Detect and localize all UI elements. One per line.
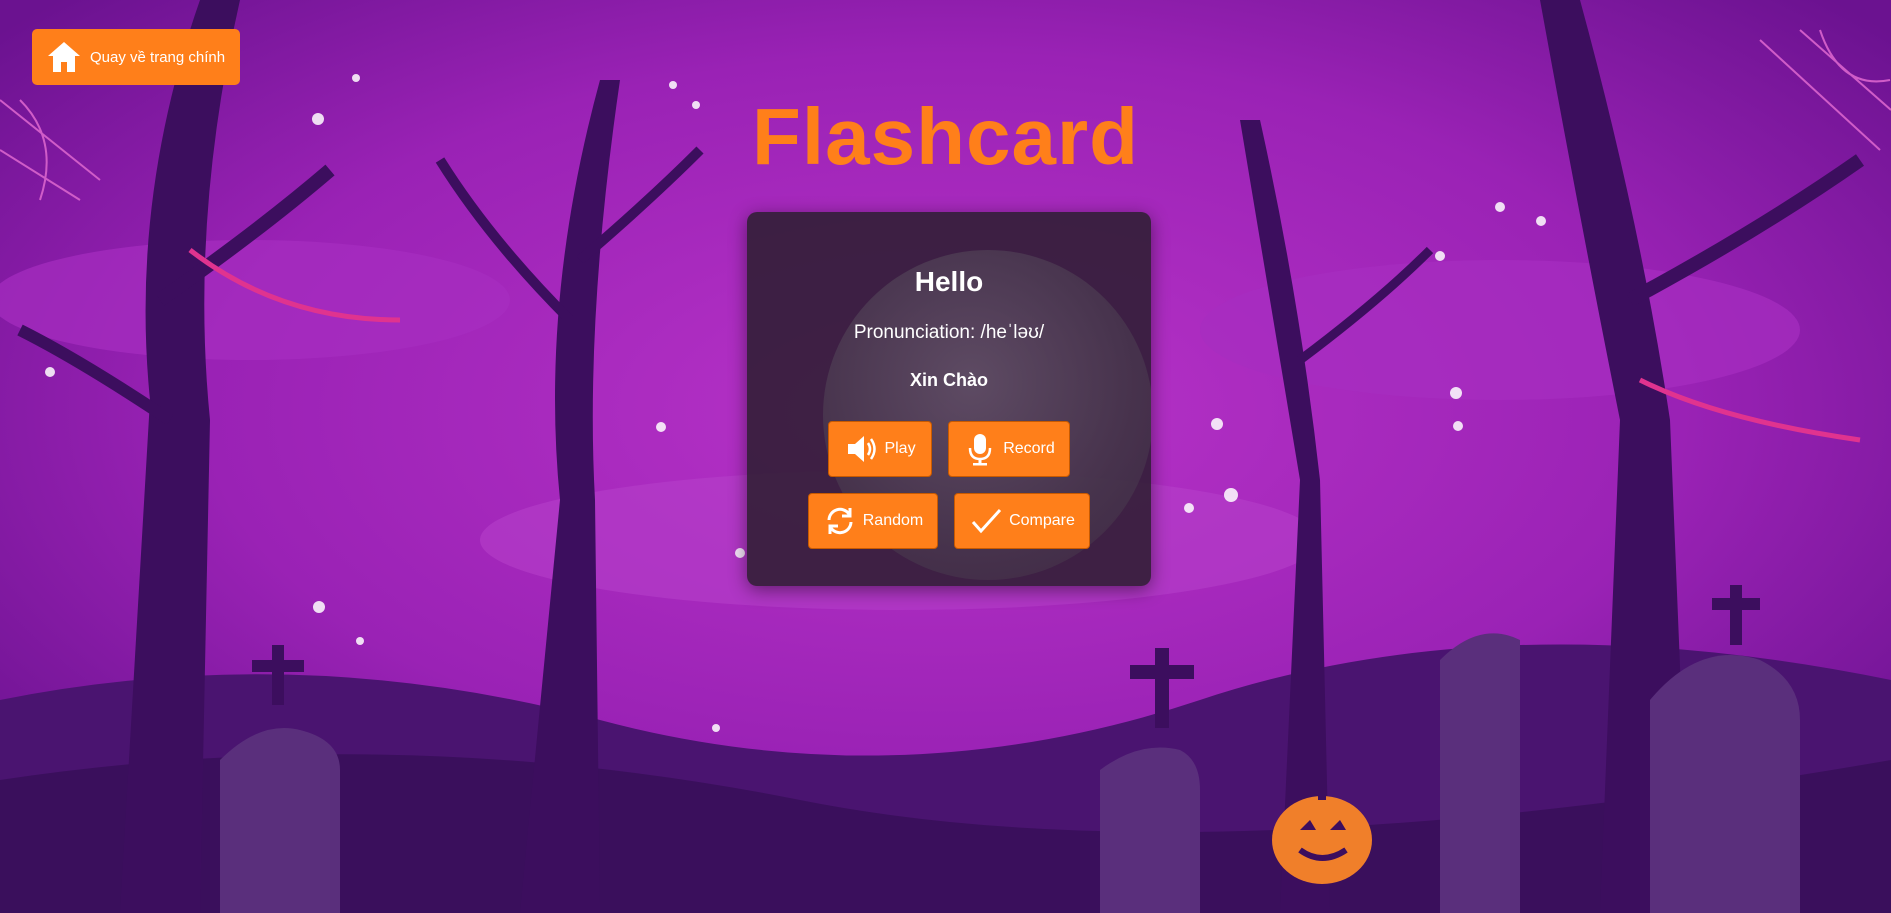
record-button-label: Record [1003,440,1055,457]
flashcard-pronunciation: Pronunciation: /heˈləʊ/ [853,322,1045,343]
home-button[interactable]: Quay về trang chính [32,29,240,85]
checkmark-icon [969,504,1003,538]
refresh-icon [823,504,857,538]
random-button-label: Random [862,512,924,529]
compare-button-label: Compare [1009,512,1075,529]
flashcard: Hello Pronunciation: /heˈləʊ/ Xin Chào P… [747,212,1151,586]
flashcard-word: Hello [914,266,984,297]
microphone-icon [963,432,997,466]
play-button[interactable]: Play [828,421,932,477]
random-button[interactable]: Random [808,493,938,549]
action-row-2: Random Compare [747,493,1151,549]
flashcard-meaning: Xin Chào [909,370,988,390]
home-icon [46,39,82,75]
page-title: Flashcard [752,92,1139,181]
record-button[interactable]: Record [948,421,1070,477]
speaker-icon [844,432,878,466]
home-button-label: Quay về trang chính [90,48,226,66]
compare-button[interactable]: Compare [954,493,1090,549]
play-button-label: Play [884,440,916,457]
action-row-1: Play Record [747,421,1151,477]
